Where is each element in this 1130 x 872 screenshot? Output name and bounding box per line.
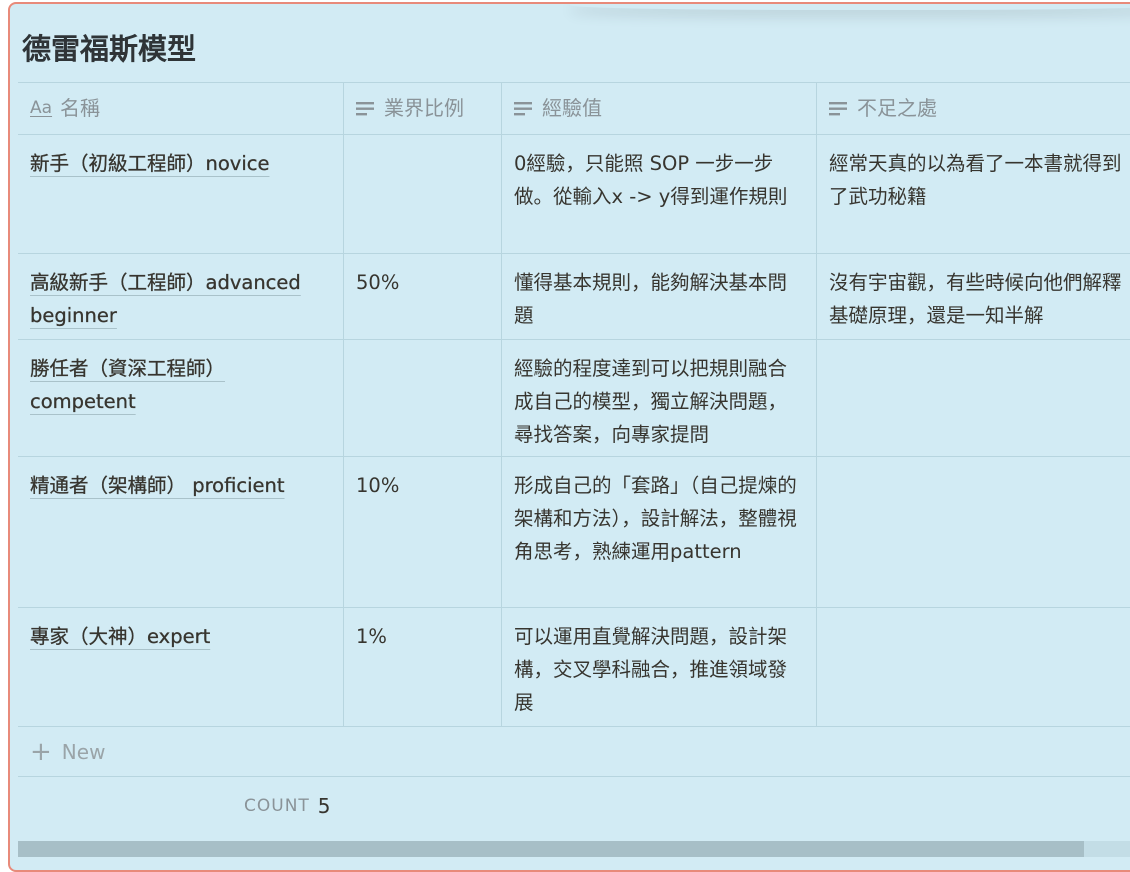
table-row[interactable]: 專家（大神）expert 1% 可以運用直覺解決問題，設計架構，交叉學科融合，推… [18, 608, 1130, 727]
weakness-cell[interactable] [817, 340, 1130, 456]
row-title[interactable]: 勝任者（資深工程師） competent [30, 357, 225, 413]
table-row[interactable]: 新手（初級工程師）novice 0經驗，只能照 SOP 一步一步做。從輸入x -… [18, 135, 1130, 254]
ratio-cell[interactable]: 50% [344, 254, 502, 339]
column-header-label: 名稱 [60, 96, 101, 120]
name-cell[interactable]: 勝任者（資深工程師） competent [18, 340, 344, 456]
new-row-label: New [61, 739, 106, 764]
ratio-cell[interactable]: 1% [344, 608, 502, 726]
text-lines-icon [829, 101, 847, 116]
experience-cell[interactable]: 懂得基本規則，能夠解決基本問題 [502, 254, 817, 339]
database-frame: 德雷福斯模型 Aa 名稱 業界比例 經驗值 不足之處 新手（初級工程師）novi… [8, 2, 1130, 872]
ratio-cell[interactable]: 10% [344, 457, 502, 607]
new-row-button[interactable]: + New [18, 727, 1130, 777]
count-footer[interactable]: COUNT 5 [18, 777, 1130, 835]
plus-icon: + [30, 736, 52, 767]
name-cell[interactable]: 新手（初級工程師）novice [18, 135, 344, 253]
experience-cell[interactable]: 0經驗，只能照 SOP 一步一步做。從輸入x -> y得到運作規則 [502, 135, 817, 253]
table-header: Aa 名稱 業界比例 經驗值 不足之處 [18, 82, 1130, 135]
count-value: 5 [317, 794, 331, 818]
count-label: COUNT [244, 796, 310, 816]
weakness-cell[interactable]: 經常天真的以為看了一本書就得到了武功秘籍 [817, 135, 1130, 253]
top-shadow [570, 4, 1130, 10]
column-header-weakness[interactable]: 不足之處 [817, 83, 1130, 134]
name-cell[interactable]: 精通者（架構師） proficient [18, 457, 344, 607]
column-header-label: 不足之處 [857, 96, 937, 120]
row-title[interactable]: 專家（大神）expert [30, 625, 211, 648]
weakness-cell[interactable]: 沒有宇宙觀，有些時候向他們解釋基礎原理，還是一知半解 [817, 254, 1130, 339]
scrollbar-thumb[interactable] [18, 841, 1084, 857]
name-cell[interactable]: 高級新手（工程師）advanced beginner [18, 254, 344, 339]
database-table: Aa 名稱 業界比例 經驗值 不足之處 新手（初級工程師）novice 0經驗，… [18, 82, 1130, 835]
ratio-cell[interactable] [344, 135, 502, 253]
table-row[interactable]: 高級新手（工程師）advanced beginner 50% 懂得基本規則，能夠… [18, 254, 1130, 340]
weakness-cell[interactable] [817, 457, 1130, 607]
column-header-experience[interactable]: 經驗值 [502, 83, 817, 134]
experience-cell[interactable]: 經驗的程度達到可以把規則融合成自己的模型，獨立解決問題，尋找答案，向專家提問 [502, 340, 817, 456]
experience-cell[interactable]: 形成自己的「套路」（自己提煉的架構和方法），設計解法，整體視角思考，熟練運用pa… [502, 457, 817, 607]
table-row[interactable]: 勝任者（資深工程師） competent 經驗的程度達到可以把規則融合成自己的模… [18, 340, 1130, 457]
text-lines-icon [514, 101, 532, 116]
name-cell[interactable]: 專家（大神）expert [18, 608, 344, 726]
row-title[interactable]: 精通者（架構師） proficient [30, 474, 285, 497]
text-lines-icon [356, 101, 374, 116]
column-header-ratio[interactable]: 業界比例 [344, 83, 502, 134]
column-header-name[interactable]: Aa 名稱 [18, 83, 344, 134]
experience-cell[interactable]: 可以運用直覺解決問題，設計架構，交叉學科融合，推進領域發展 [502, 608, 817, 726]
ratio-cell[interactable] [344, 340, 502, 456]
weakness-cell[interactable] [817, 608, 1130, 726]
table-row[interactable]: 精通者（架構師） proficient 10% 形成自己的「套路」（自己提煉的架… [18, 457, 1130, 608]
column-header-label: 業界比例 [384, 96, 464, 120]
row-title[interactable]: 新手（初級工程師）novice [30, 152, 270, 175]
title-aa-icon: Aa [30, 98, 53, 118]
horizontal-scrollbar[interactable] [18, 841, 1130, 857]
row-title[interactable]: 高級新手（工程師）advanced beginner [30, 271, 301, 327]
page-title: 德雷福斯模型 [22, 32, 197, 66]
column-header-label: 經驗值 [542, 96, 602, 120]
